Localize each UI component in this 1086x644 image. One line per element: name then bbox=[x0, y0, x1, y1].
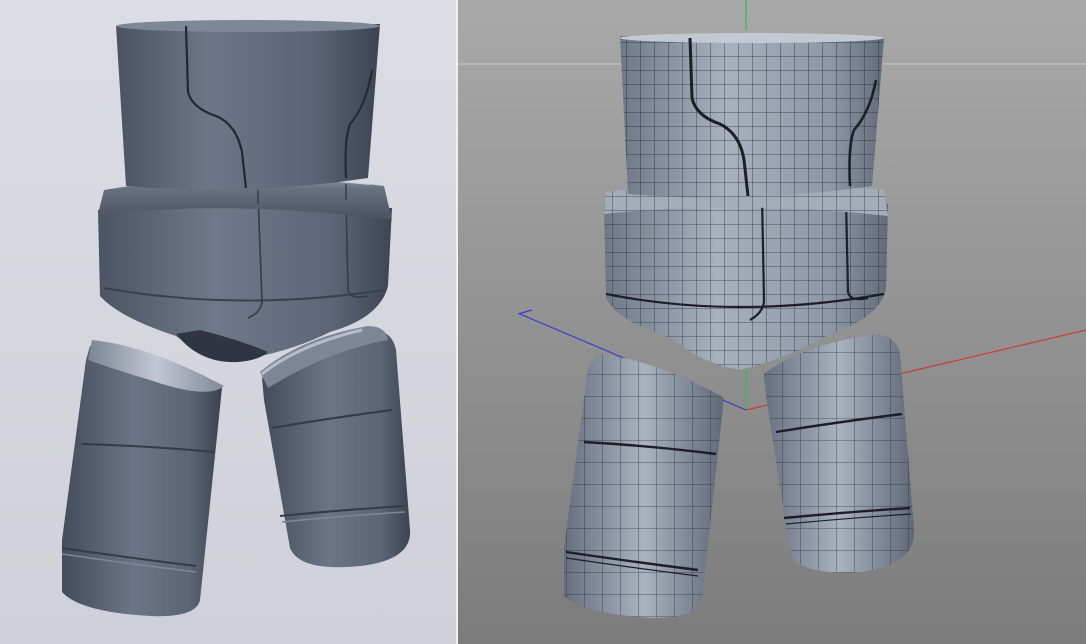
wireframe-canvas bbox=[458, 0, 1086, 644]
torso-mesh bbox=[620, 33, 884, 198]
viewport-comparison bbox=[0, 0, 1086, 644]
left-leg-mesh bbox=[564, 354, 724, 618]
wireframe-viewport bbox=[458, 0, 1086, 644]
left-leg bbox=[61, 340, 224, 617]
torso bbox=[116, 20, 380, 190]
shaded-render-view bbox=[0, 0, 458, 644]
view-divider bbox=[456, 0, 458, 644]
shaded-render-canvas bbox=[0, 0, 458, 644]
